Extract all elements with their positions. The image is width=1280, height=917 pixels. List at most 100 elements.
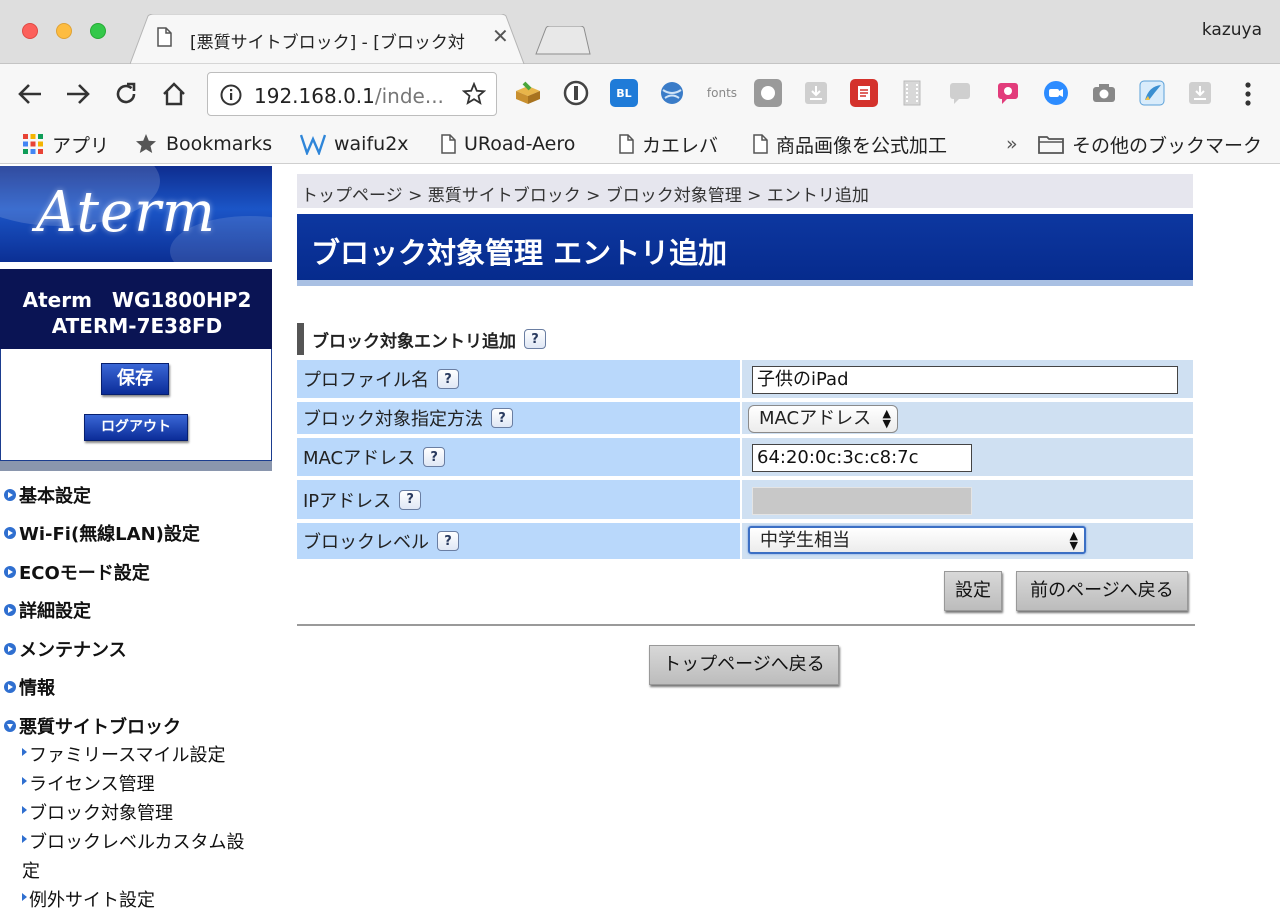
help-icon[interactable]: ? bbox=[423, 447, 446, 467]
bookmark-apps[interactable]: アプリ bbox=[22, 130, 109, 158]
active-tab[interactable]: [悪質サイトブロック] - [ブロック対 ✕ bbox=[130, 14, 526, 64]
set-button[interactable]: 設定 bbox=[944, 571, 1002, 611]
new-tab-button[interactable] bbox=[534, 26, 594, 56]
home-icon[interactable] bbox=[158, 78, 190, 110]
row-ip-address: IPアドレス? bbox=[297, 480, 1193, 521]
fonts-extension-icon[interactable]: fonts bbox=[706, 79, 738, 107]
folder-icon bbox=[1038, 134, 1064, 154]
forward-icon[interactable] bbox=[62, 78, 94, 110]
ip-address-input-disabled bbox=[752, 487, 972, 515]
info-icon[interactable] bbox=[220, 84, 242, 106]
browser-toolbar: 192.168.0.1/inde... BL fonts bbox=[0, 64, 1280, 124]
block-level-select[interactable]: 中学生相当 ▲ ▼ bbox=[748, 526, 1086, 554]
arrow-bullet-icon bbox=[4, 643, 16, 655]
address-bar[interactable]: 192.168.0.1/inde... bbox=[207, 72, 497, 116]
submenu-exception-sites[interactable]: 例外サイト設定 bbox=[22, 886, 155, 915]
submenu-license[interactable]: ライセンス管理 bbox=[22, 770, 155, 799]
arrow-bullet-icon bbox=[4, 681, 16, 693]
close-window-button[interactable] bbox=[22, 23, 38, 39]
help-icon[interactable]: ? bbox=[437, 531, 459, 551]
bookmark-product-image[interactable]: 商品画像を公式加工 bbox=[752, 130, 947, 158]
section-divider bbox=[297, 624, 1195, 626]
submenu-label: ブロックレベルカスタム設 bbox=[29, 832, 245, 853]
logout-button[interactable]: ログアウト bbox=[84, 414, 188, 441]
bookmark-star-icon[interactable] bbox=[462, 82, 486, 106]
chat-pink-extension-icon[interactable] bbox=[994, 79, 1022, 107]
menu-wifi-settings[interactable]: Wi-Fi(無線LAN)設定 bbox=[4, 520, 200, 546]
back-to-top-button[interactable]: トップページへ戻る bbox=[649, 645, 839, 685]
arrow-bullet-icon bbox=[4, 604, 16, 616]
arrow-down-bullet-icon bbox=[4, 720, 16, 732]
menu-eco-mode[interactable]: ECOモード設定 bbox=[4, 559, 150, 585]
menu-label: 情報 bbox=[19, 678, 55, 699]
download-gray-extension-icon[interactable] bbox=[802, 79, 830, 107]
bookmark-other[interactable]: その他のブックマーク bbox=[1038, 130, 1262, 158]
menu-maintenance[interactable]: メンテナンス bbox=[4, 636, 127, 662]
reload-icon[interactable] bbox=[110, 78, 142, 110]
select-value: 中学生相当 bbox=[760, 530, 850, 551]
globe-extension-icon[interactable] bbox=[658, 79, 686, 107]
menu-label: 詳細設定 bbox=[19, 601, 91, 622]
triangle-bullet-icon bbox=[22, 806, 27, 814]
select-value: MACアドレス bbox=[759, 408, 872, 429]
save-logout-area: 保存 ログアウト bbox=[0, 349, 272, 461]
camera-extension-icon[interactable] bbox=[1090, 79, 1118, 107]
profile-name[interactable]: kazuya bbox=[1202, 20, 1262, 40]
label-cell: ブロック対象指定方法? bbox=[297, 402, 742, 434]
save-button[interactable]: 保存 bbox=[101, 363, 169, 395]
menu-basic-settings[interactable]: 基本設定 bbox=[4, 482, 91, 508]
help-icon[interactable]: ? bbox=[491, 408, 513, 428]
zoom-extension-icon[interactable] bbox=[1042, 79, 1070, 107]
bookmark-label: Bookmarks bbox=[166, 133, 273, 155]
red-doc-extension-icon[interactable] bbox=[850, 79, 878, 107]
triangle-bullet-icon bbox=[22, 835, 27, 843]
arrow-bullet-icon bbox=[4, 566, 16, 578]
tab-close-icon[interactable]: ✕ bbox=[492, 24, 509, 48]
submenu-block-level-custom-wrap[interactable]: 定 bbox=[22, 857, 40, 886]
bl-extension-icon[interactable]: BL bbox=[610, 79, 638, 107]
value-cell: 子供のiPad bbox=[742, 360, 1193, 398]
bookmarks-overflow-button[interactable]: » bbox=[1006, 130, 1018, 158]
download-extension-icon[interactable] bbox=[1186, 79, 1214, 107]
menu-info[interactable]: 情報 bbox=[4, 674, 55, 700]
value-cell bbox=[742, 480, 1193, 519]
bird-extension-icon[interactable] bbox=[1138, 79, 1166, 107]
submenu-family-smile[interactable]: ファミリースマイル設定 bbox=[22, 741, 226, 770]
page-icon bbox=[752, 134, 768, 154]
logo-text: Aterm bbox=[36, 180, 216, 245]
bookmark-label: カエレバ bbox=[642, 134, 719, 157]
bookmark-kaereba[interactable]: カエレバ bbox=[618, 130, 718, 158]
submenu-block-level-custom[interactable]: ブロックレベルカスタム設 bbox=[22, 828, 244, 857]
select-arrows-icon: ▲ ▼ bbox=[1069, 529, 1078, 552]
menu-label: 悪質サイトブロック bbox=[19, 717, 181, 738]
bookmark-uroad[interactable]: URoad-Aero bbox=[440, 130, 575, 158]
bookmark-waifu2x[interactable]: waifu2x bbox=[300, 130, 409, 158]
star-icon bbox=[134, 132, 158, 156]
menu-malicious-site-block[interactable]: 悪質サイトブロック bbox=[4, 713, 181, 739]
model-name: Aterm WG1800HP2 bbox=[22, 288, 252, 312]
chat-gray-extension-icon[interactable] bbox=[946, 79, 974, 107]
row-block-level: ブロックレベル? 中学生相当 ▲ ▼ bbox=[297, 523, 1193, 559]
mac-address-input[interactable]: 64:20:0c:3c:c8:7c bbox=[752, 444, 972, 472]
section-title: ブロック対象エントリ追加 ? bbox=[297, 323, 546, 355]
help-icon[interactable]: ? bbox=[524, 329, 546, 349]
help-icon[interactable]: ? bbox=[437, 369, 459, 389]
menu-advanced-settings[interactable]: 詳細設定 bbox=[4, 597, 91, 623]
blank-extension-icon[interactable] bbox=[754, 79, 782, 107]
section-title-text: ブロック対象エントリ追加 bbox=[312, 331, 516, 352]
help-icon[interactable]: ? bbox=[399, 489, 422, 510]
menu-kebab-icon[interactable] bbox=[1238, 79, 1258, 109]
block-method-select[interactable]: MACアドレス ▲ ▼ bbox=[748, 405, 898, 433]
minimize-window-button[interactable] bbox=[56, 23, 72, 39]
label-cell: MACアドレス? bbox=[297, 438, 742, 476]
submenu-block-target[interactable]: ブロック対象管理 bbox=[22, 799, 173, 828]
back-icon[interactable] bbox=[14, 78, 46, 110]
package-extension-icon[interactable] bbox=[514, 79, 542, 107]
onepassword-extension-icon[interactable] bbox=[562, 79, 590, 107]
submenu-label: 例外サイト設定 bbox=[29, 890, 155, 911]
zoom-window-button[interactable] bbox=[90, 23, 106, 39]
bookmark-bookmarks[interactable]: Bookmarks bbox=[134, 130, 272, 158]
film-extension-icon[interactable] bbox=[898, 79, 926, 107]
back-to-previous-button[interactable]: 前のページへ戻る bbox=[1016, 571, 1188, 611]
profile-name-input[interactable]: 子供のiPad bbox=[752, 366, 1178, 394]
